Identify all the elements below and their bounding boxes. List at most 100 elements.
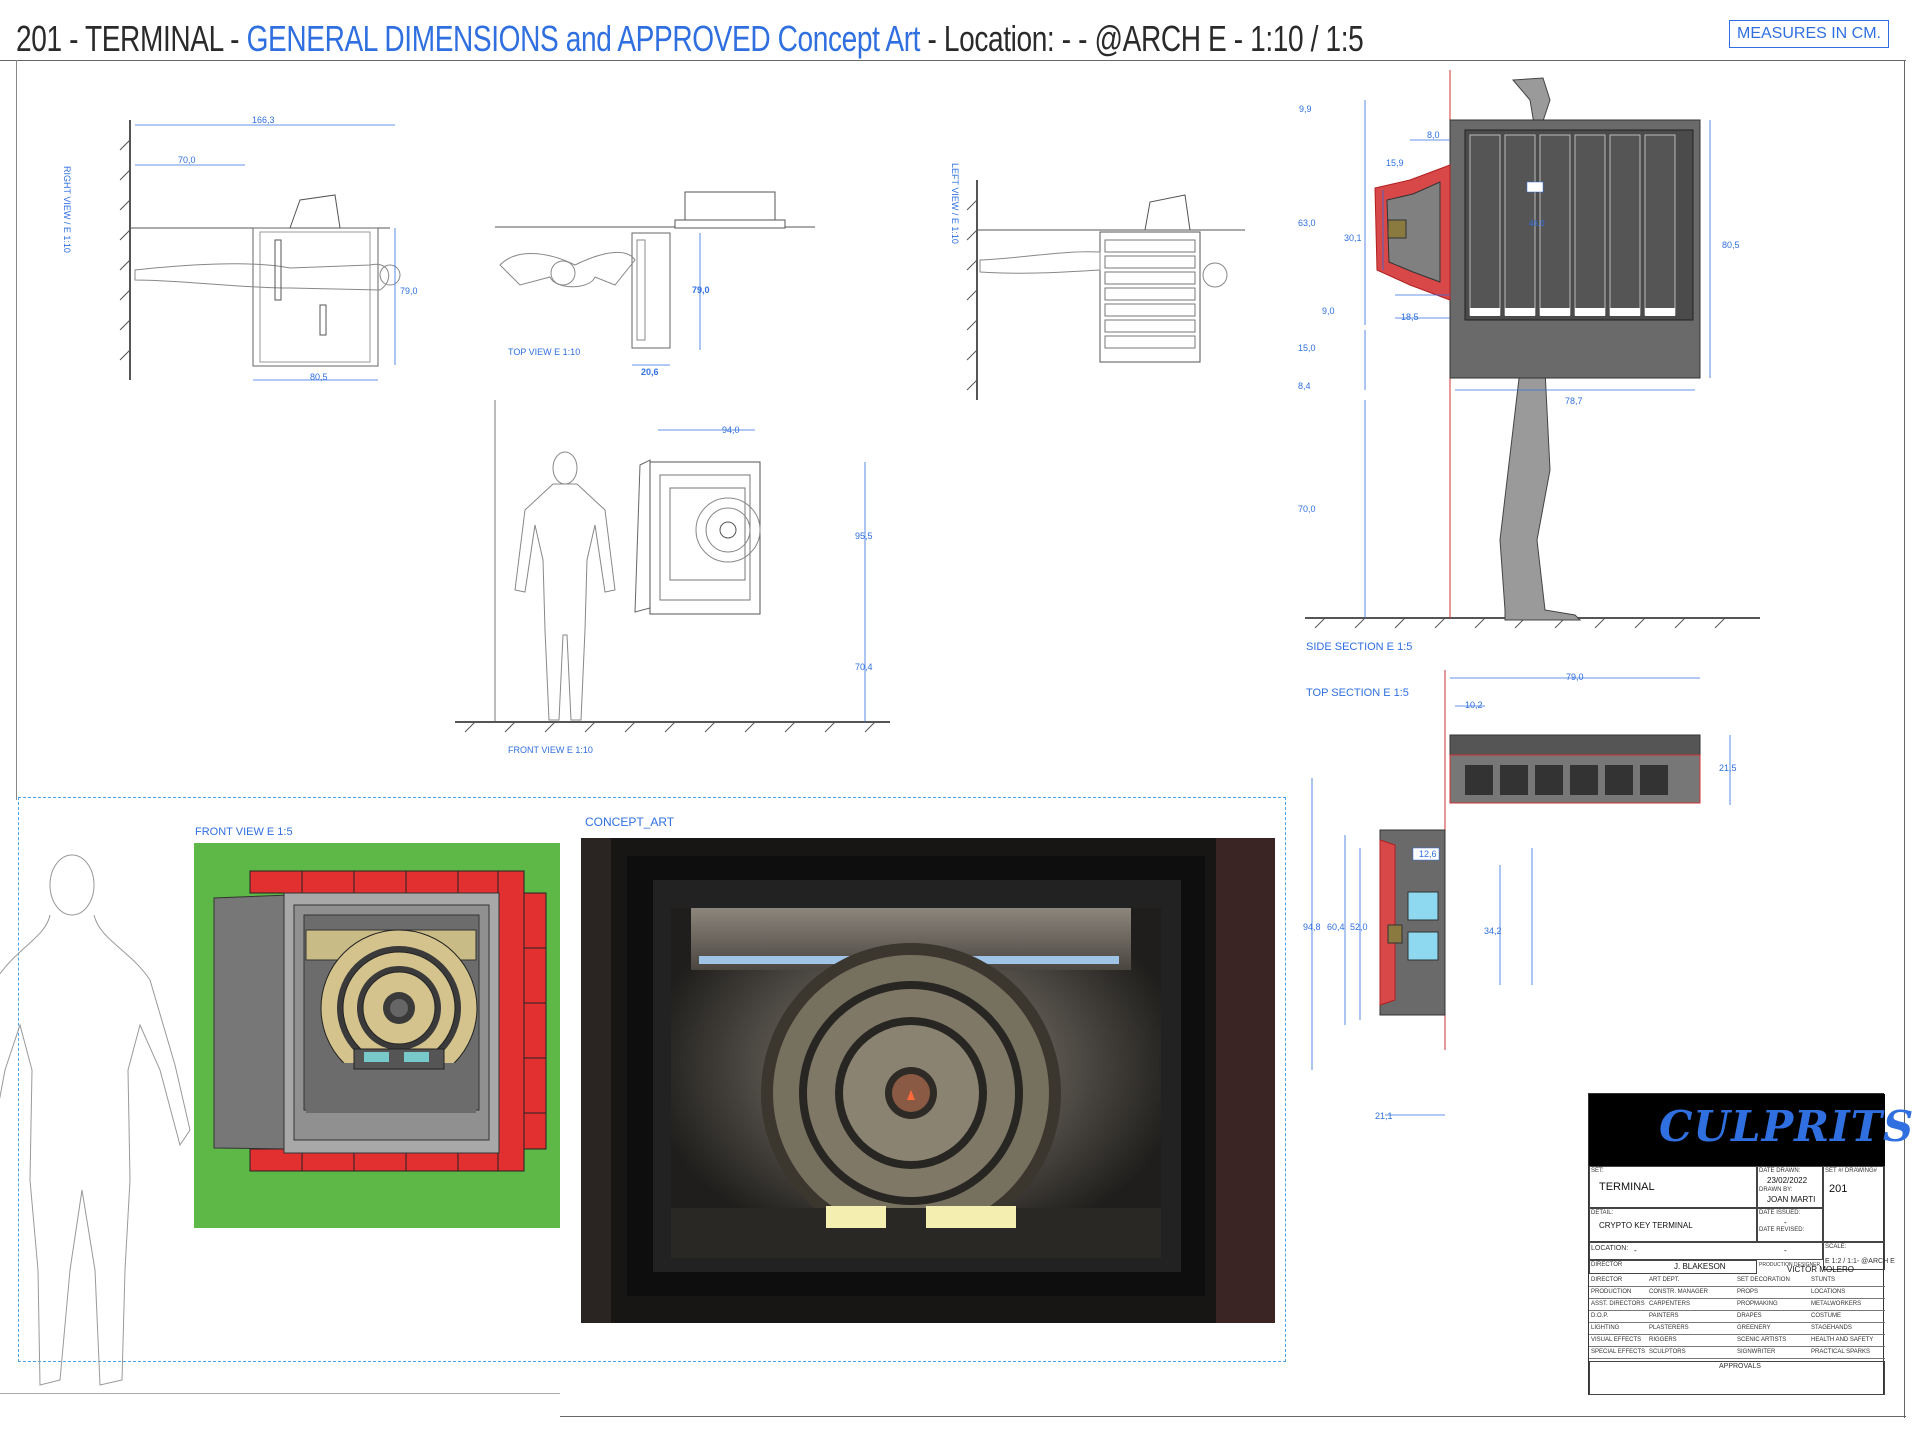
tb-dept-6-3: PRACTICAL SPARKS (1811, 1349, 1871, 1355)
front-view-label: FRONT VIEW E 1:10 (508, 745, 593, 755)
tb-dept-4-1: PLASTERERS (1649, 1325, 1689, 1331)
tb-detail: CRYPTO KEY TERMINAL (1599, 1221, 1693, 1230)
dim-ts-g: 34,2 (1484, 926, 1502, 936)
tb-setno-cell (1823, 1166, 1885, 1242)
title-prefix: 201 - TERMINAL - (16, 18, 247, 59)
tb-dept-row-0: DIRECTOR ART DEPT. SET DECORATION STUNTS (1589, 1275, 1885, 1287)
tb-date-revised-label: DATE REVISED: (1759, 1227, 1805, 1233)
border-right (1904, 60, 1905, 1418)
tb-dept-2-1: CARPENTERS (1649, 1301, 1691, 1307)
tb-dept-6-2: SIGNWRITER (1737, 1349, 1776, 1355)
tb-dept-6-1: SCULPTORS (1649, 1349, 1686, 1355)
tb-dept-2-2: PROPMAKING (1737, 1301, 1778, 1307)
tb-date-issued: - (1784, 1218, 1787, 1227)
tb-dept-1-1: CONSTR. MANAGER (1649, 1289, 1709, 1295)
tb-dept-1-3: LOCATIONS (1811, 1289, 1846, 1295)
right-view-label: RIGHT VIEW / E 1:10 (62, 166, 72, 253)
tb-date-issued-label: DATE ISSUED: (1759, 1210, 1801, 1216)
dim-side-a: 8,0 (1427, 130, 1440, 140)
left-view-drawing (966, 180, 1245, 400)
tb-dept-row-4: LIGHTING PLASTERERS GREENERY STAGEHANDS (1589, 1323, 1885, 1335)
tb-dept-5-2: SCENIC ARTISTS (1737, 1337, 1787, 1343)
title-highlight: GENERAL DIMENSIONS and APPROVED Concept … (246, 18, 921, 59)
title-block: CULPRITS SET: TERMINAL DATE DRAWN: 23/02… (1588, 1093, 1913, 1395)
dim-ts-h: 21,1 (1375, 1111, 1393, 1121)
tb-dept-row-6: SPECIAL EFFECTS SCULPTORS SIGNWRITER PRA… (1589, 1347, 1885, 1359)
tb-date-drawn: 23/02/2022 (1767, 1176, 1808, 1185)
tb-dept-3-0: D.O.P. (1591, 1313, 1609, 1319)
tb-dept-row-1: PRODUCTION CONSTR. MANAGER PROPS LOCATIO… (1589, 1287, 1885, 1299)
dim-front-floor: 70,4 (855, 662, 873, 672)
tb-dept-1-0: PRODUCTION (1591, 1289, 1632, 1295)
tb-location: - (1634, 1246, 1637, 1255)
front-view-color-render (194, 843, 560, 1228)
tb-set-no: 201 (1829, 1183, 1848, 1195)
dim-ts-width: 79,0 (1566, 672, 1584, 682)
tb-dept-0-0: DIRECTOR (1591, 1277, 1623, 1283)
dim-right-depth: 70,0 (178, 155, 196, 165)
tb-dept-row-3: D.O.P. PAINTERS DRAPES COSTUME (1589, 1311, 1885, 1323)
tb-dept-4-0: LIGHTING (1591, 1325, 1620, 1331)
tb-dept-5-3: HEALTH AND SAFETY (1811, 1337, 1874, 1343)
concept-art-label: CONCEPT_ART (585, 815, 675, 829)
tb-date-drawn-label: DATE DRAWN: (1759, 1168, 1801, 1174)
tb-director-label: DIRECTOR (1591, 1262, 1623, 1268)
tb-dept-3-2: DRAPES (1737, 1313, 1762, 1319)
dim-top-depth: 20,6 (641, 367, 659, 377)
dim-right-total: 166,3 (252, 115, 275, 125)
measures-note: MEASURES IN CM. (1729, 20, 1889, 48)
tb-drawn-by-label: DRAWN BY: (1759, 1187, 1793, 1193)
tb-set-value: TERMINAL (1599, 1181, 1655, 1193)
tb-scale-label: SCALE: (1825, 1244, 1847, 1250)
border-top (0, 60, 1906, 61)
dim-front-height: 95,5 (855, 531, 873, 541)
dim-side-floor: 70,0 (1298, 504, 1316, 514)
dim-side-h: 18,5 (1401, 312, 1419, 322)
tb-dept-2-3: METALWORKERS (1811, 1301, 1862, 1307)
tb-drawn-by: JOAN MARTI (1767, 1195, 1816, 1204)
sheet-title: 201 - TERMINAL - GENERAL DIMENSIONS and … (16, 18, 1364, 60)
dim-front-width: 94,0 (722, 425, 740, 435)
tb-dept-row-2: ASST. DIRECTORS CARPENTERS PROPMAKING ME… (1589, 1299, 1885, 1311)
outline-human-figure (0, 854, 191, 1386)
dim-right-base: 80,5 (310, 372, 328, 382)
tb-dept-5-0: VISUAL EFFECTS (1591, 1337, 1642, 1343)
dim-ts-d: 94,8 (1303, 922, 1321, 932)
dim-side-k: 78,7 (1565, 396, 1583, 406)
drawing-sheet: 201 - TERMINAL - GENERAL DIMENSIONS and … (0, 0, 1920, 1441)
title-suffix: - Location: - - @ARCH E - 1:10 / 1:5 (920, 18, 1364, 59)
dim-side-b: 15,9 (1386, 158, 1404, 168)
tb-dept-row-5: VISUAL EFFECTS RIGGERS SCENIC ARTISTS HE… (1589, 1335, 1885, 1347)
right-view-drawing (119, 120, 401, 381)
concept-art-render (581, 838, 1275, 1323)
tb-dept-3-1: PAINTERS (1649, 1313, 1679, 1319)
dim-side-j: 8,4 (1298, 381, 1311, 391)
front-view-drawing (455, 400, 890, 733)
dim-side-f: 80,5 (1722, 240, 1740, 250)
dim-side-d: 30,1 (1344, 233, 1362, 243)
dim-ts-b: 21,5 (1719, 763, 1737, 773)
dim-ts-f: 52,0 (1350, 922, 1368, 932)
dim-ts-e: 60,4 (1327, 922, 1345, 932)
tb-departments-grid: DIRECTOR ART DEPT. SET DECORATION STUNTS… (1589, 1275, 1885, 1359)
top-section-drawing (1311, 670, 1731, 1116)
dim-side-top: 9,9 (1299, 104, 1312, 114)
tb-set-label: SET: (1591, 1168, 1604, 1174)
tb-director: J. BLAKESON (1674, 1262, 1726, 1271)
front-view-color-label: FRONT VIEW E 1:5 (195, 826, 293, 838)
tb-detail-label: DETAIL: (1591, 1210, 1614, 1216)
tb-location-label: LOCATION: (1591, 1245, 1629, 1252)
dim-side-i: 15,0 (1298, 343, 1316, 353)
tb-scale: E 1:2 / 1:1- @ARCH E (1825, 1258, 1895, 1265)
tb-dept-0-1: ART DEPT. (1649, 1277, 1680, 1283)
tb-dept-4-3: STAGEHANDS (1811, 1325, 1852, 1331)
tb-dept-0-3: STUNTS (1811, 1277, 1835, 1283)
tb-approvals: APPROVALS (1719, 1363, 1761, 1370)
tb-production-designer: VICTOR MOLERO (1787, 1265, 1854, 1274)
title-block-logo: CULPRITS (1589, 1094, 1913, 1166)
dim-side-c: 63,0 (1298, 218, 1316, 228)
border-left (16, 60, 17, 800)
culprits-logo: CULPRITS (1659, 1102, 1915, 1151)
tb-dept-5-1: RIGGERS (1649, 1337, 1677, 1343)
side-section-label: SIDE SECTION E 1:5 (1306, 641, 1413, 653)
